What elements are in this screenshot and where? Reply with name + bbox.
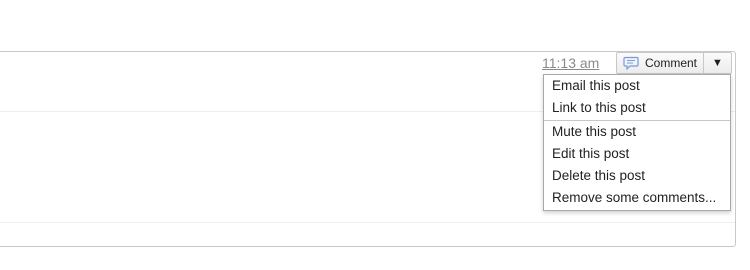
comment-bubble-icon — [623, 56, 639, 71]
dropdown-arrow-icon: ▼ — [712, 56, 723, 69]
page: 11:13 am Comment ▼ Email this post Link … — [0, 0, 750, 270]
comment-button[interactable]: Comment — [616, 52, 704, 74]
menu-item-delete-post[interactable]: Delete this post — [544, 165, 730, 187]
post-divider — [0, 222, 735, 223]
menu-item-mute-post[interactable]: Mute this post — [544, 121, 730, 143]
comment-button-label: Comment — [645, 56, 698, 70]
menu-item-edit-post[interactable]: Edit this post — [544, 143, 730, 165]
post-timestamp-link[interactable]: 11:13 am — [542, 55, 599, 71]
menu-item-remove-comments[interactable]: Remove some comments... — [544, 187, 730, 209]
post-actions-menu: Email this post Link to this post Mute t… — [543, 74, 731, 211]
menu-item-link-post[interactable]: Link to this post — [544, 97, 730, 119]
menu-item-email-post[interactable]: Email this post — [544, 75, 730, 97]
post-menu-toggle[interactable]: ▼ — [703, 52, 732, 74]
